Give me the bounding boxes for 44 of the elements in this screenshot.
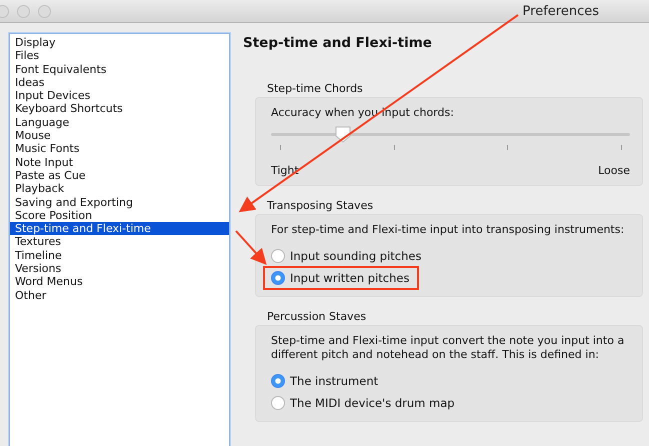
radio-label[interactable]: The instrument: [290, 374, 378, 388]
category-item[interactable]: Other: [10, 288, 229, 302]
category-item[interactable]: Timeline: [10, 248, 229, 262]
category-item[interactable]: Textures: [10, 235, 229, 249]
category-item[interactable]: Language: [10, 116, 229, 130]
category-item[interactable]: Versions: [10, 262, 229, 276]
radio-button[interactable]: [271, 249, 285, 263]
minimize-icon[interactable]: [17, 4, 30, 18]
category-item[interactable]: Saving and Exporting: [10, 196, 229, 209]
tick-mark: [280, 145, 281, 150]
slider-min-label: Tight: [271, 164, 299, 177]
category-item[interactable]: Input Devices: [10, 89, 229, 102]
radio-button[interactable]: [271, 396, 285, 410]
group-description: For step-time and Flexi-time input into transposing instruments:: [271, 223, 626, 237]
radio-button[interactable]: [271, 271, 285, 285]
category-item[interactable]: Mouse: [10, 129, 229, 142]
radio-button[interactable]: [271, 374, 285, 388]
category-item[interactable]: Step-time and Flexi-time: [10, 222, 229, 236]
tick-mark: [394, 145, 395, 150]
group-title: Step-time Chords: [267, 82, 363, 95]
category-item[interactable]: Paste as Cue: [10, 168, 229, 182]
category-item[interactable]: Keyboard Shortcuts: [10, 102, 229, 116]
category-item[interactable]: Files: [10, 49, 229, 63]
window-title: Preferences: [522, 4, 599, 18]
group-title: Transposing Staves: [267, 199, 374, 212]
radio-label[interactable]: The MIDI device's drum map: [290, 396, 455, 410]
section-heading: Step-time and Flexi-time: [243, 35, 433, 51]
category-item[interactable]: Ideas: [10, 76, 229, 90]
category-item[interactable]: Font Equivalents: [10, 62, 229, 76]
category-item[interactable]: Display: [10, 36, 229, 50]
category-item[interactable]: Score Position: [10, 208, 229, 222]
tick-mark: [507, 145, 508, 150]
category-item[interactable]: Music Fonts: [10, 142, 229, 156]
zoom-icon[interactable]: [38, 4, 51, 18]
group-description: Step-time and Flexi-time input convert the note you input into a different pitch and notehead on the staff. This is defined in:: [271, 334, 626, 362]
accuracy-slider[interactable]: [271, 127, 630, 145]
radio-label[interactable]: Input sounding pitches: [290, 249, 422, 263]
tick-mark: [620, 145, 622, 150]
category-item[interactable]: Word Menus: [10, 275, 229, 289]
slider-max-label: Loose: [598, 164, 630, 177]
category-item[interactable]: Playback: [10, 182, 229, 196]
category-item[interactable]: Note Input: [10, 156, 229, 169]
radio-label[interactable]: Input written pitches: [290, 271, 410, 285]
group-title: Percussion Staves: [267, 310, 366, 323]
